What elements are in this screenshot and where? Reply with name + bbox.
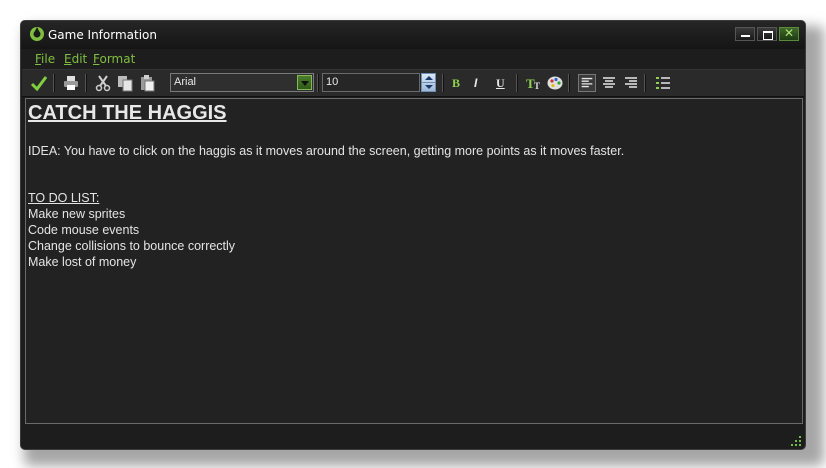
menu-file[interactable]: File xyxy=(35,52,55,66)
underline-icon[interactable]: U xyxy=(496,76,505,91)
print-icon[interactable] xyxy=(62,74,80,92)
menu-edit-label: dit xyxy=(71,52,88,66)
menu-edit[interactable]: Edit xyxy=(64,52,87,66)
minimize-icon xyxy=(741,35,750,37)
font-size-spinner[interactable] xyxy=(421,73,436,92)
todo-heading: TO DO LIST: xyxy=(28,191,100,205)
close-icon: ✕ xyxy=(783,26,795,40)
idea-text: IDEA: You have to click on the haggis as… xyxy=(28,144,625,158)
menu-format[interactable]: Format xyxy=(93,52,135,66)
font-size-input[interactable]: 10 xyxy=(322,73,420,92)
toolbar-separator xyxy=(568,74,570,92)
spinner-divider xyxy=(422,82,435,83)
document-title: CATCH THE HAGGIS xyxy=(28,102,227,124)
align-left-icon[interactable] xyxy=(578,74,596,92)
font-size-value: 10 xyxy=(326,76,339,88)
toolbar-separator xyxy=(85,74,87,92)
paste-icon[interactable] xyxy=(138,74,156,92)
toolbar-separator xyxy=(317,74,319,92)
toolbar-separator xyxy=(516,74,518,92)
maximize-button[interactable] xyxy=(757,27,777,41)
align-right-icon[interactable] xyxy=(622,74,640,92)
bullet-list-icon[interactable] xyxy=(654,74,672,92)
color-palette-icon[interactable] xyxy=(546,74,564,92)
window-controls: ✕ xyxy=(735,26,799,41)
menu-bar: File Edit Format xyxy=(21,51,805,69)
italic-icon[interactable]: I xyxy=(474,76,477,90)
list-item: Make lost of money xyxy=(28,255,137,269)
list-item: Code mouse events xyxy=(28,223,140,237)
status-bar xyxy=(21,426,805,450)
spin-up-icon[interactable] xyxy=(425,76,433,80)
rich-text-editor[interactable]: CATCH THE HAGGIS IDEA: You have to click… xyxy=(25,98,803,424)
copy-icon[interactable] xyxy=(116,74,134,92)
bold-icon[interactable]: B xyxy=(452,76,460,91)
minimize-button[interactable] xyxy=(735,27,755,41)
close-button[interactable]: ✕ xyxy=(779,26,799,41)
maximize-icon xyxy=(763,31,773,40)
toolbar-separator xyxy=(644,74,646,92)
game-information-window: Game Information ✕ File Edit Format Aria… xyxy=(20,20,806,450)
cut-icon[interactable] xyxy=(94,74,112,92)
chevron-down-icon[interactable] xyxy=(297,75,312,90)
font-name-value: Arial xyxy=(174,76,197,88)
title-bar[interactable]: Game Information ✕ xyxy=(21,21,805,49)
font-size-icon[interactable]: T T xyxy=(525,74,543,92)
spin-down-icon[interactable] xyxy=(425,85,433,89)
gamemaker-app-icon xyxy=(30,27,44,41)
resize-grip-icon[interactable] xyxy=(791,436,801,446)
menu-format-label: ormat xyxy=(99,52,136,66)
list-item: Change collisions to bounce correctly xyxy=(28,239,236,253)
font-name-select[interactable]: Arial xyxy=(170,73,314,92)
toolbar-separator xyxy=(442,74,444,92)
menu-edit-mnemonic: E xyxy=(64,52,72,66)
toolbar-separator xyxy=(53,74,55,92)
align-center-icon[interactable] xyxy=(600,74,618,92)
window-title: Game Information xyxy=(48,28,158,42)
toolbar: Arial 10 B I U T T xyxy=(22,69,804,97)
ok-check-icon[interactable] xyxy=(30,74,48,92)
list-item: Make new sprites xyxy=(28,207,126,221)
menu-file-label: ile xyxy=(41,52,56,66)
svg-text:T: T xyxy=(534,81,540,91)
